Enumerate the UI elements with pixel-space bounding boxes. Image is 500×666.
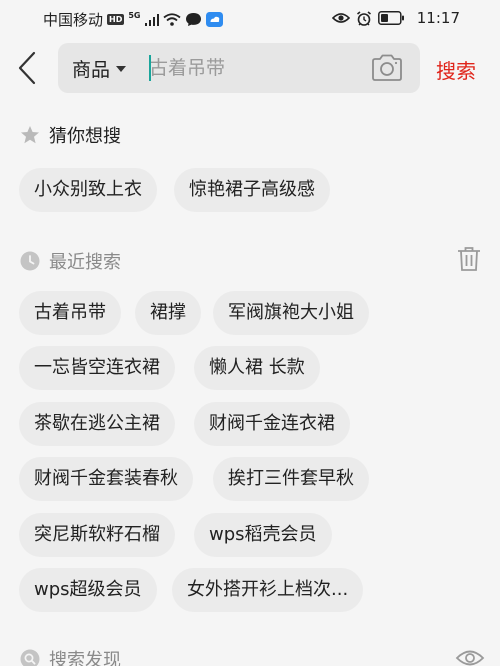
eye-icon xyxy=(455,650,485,666)
category-select[interactable]: 商品 xyxy=(72,55,127,82)
chevron-left-icon xyxy=(18,51,36,85)
wifi-icon xyxy=(162,13,181,26)
history-chip[interactable]: 突尼斯软籽石榴 xyxy=(19,513,175,557)
history-chip[interactable]: 女外搭开衫上档次... xyxy=(172,568,364,612)
back-button[interactable] xyxy=(14,50,44,86)
carrier-name: 中国移动 xyxy=(43,11,104,29)
discover-section-title: 搜索发现 xyxy=(49,650,121,666)
discover-section-header: 搜索发现 xyxy=(20,646,121,666)
search-button[interactable]: 搜索 xyxy=(436,55,476,84)
alarm-icon xyxy=(356,10,371,26)
message-icon xyxy=(185,13,201,26)
history-chip[interactable]: 挨打三件套早秋 xyxy=(213,457,369,501)
battery-icon xyxy=(377,11,404,25)
suggestion-chip[interactable]: 惊艳裙子高级感 xyxy=(174,168,330,212)
search-screen: 中国移动 HD 5G 11:17 商品 古着吊带 搜索 猜你想搜 小众别致上衣 … xyxy=(0,0,500,666)
search-input[interactable] xyxy=(149,53,359,83)
signal-icon xyxy=(144,13,159,26)
history-chip[interactable]: 古着吊带 xyxy=(19,291,121,335)
text-cursor xyxy=(149,55,151,81)
guess-section-title: 猜你想搜 xyxy=(49,126,121,147)
trash-icon xyxy=(458,247,480,271)
caret-down-icon xyxy=(116,65,127,72)
history-chip[interactable]: 一忘皆空连衣裙 xyxy=(19,346,175,390)
network-type: 5G xyxy=(128,10,141,20)
clear-history-button[interactable] xyxy=(457,245,481,273)
search-icon xyxy=(20,649,40,666)
clock-time: 11:17 xyxy=(416,9,460,27)
camera-icon xyxy=(372,54,402,81)
history-chip[interactable]: 财阀千金套装春秋 xyxy=(19,457,193,501)
category-label: 商品 xyxy=(72,59,111,81)
history-chip[interactable]: 财阀千金连衣裙 xyxy=(194,402,350,446)
app-notification-icon xyxy=(205,12,223,27)
history-chip[interactable]: 茶歇在逃公主裙 xyxy=(19,402,175,446)
hd-badge: HD xyxy=(107,14,125,25)
search-box: 商品 xyxy=(58,43,420,93)
suggestion-chip[interactable]: 小众别致上衣 xyxy=(19,168,157,212)
history-chip[interactable]: wps超级会员 xyxy=(19,568,157,612)
guess-section-header: 猜你想搜 xyxy=(20,122,121,148)
recent-section-title: 最近搜索 xyxy=(49,252,121,273)
history-chip[interactable]: 军阀旗袍大小姐 xyxy=(213,291,369,335)
status-right: 11:17 xyxy=(331,9,460,27)
eye-comfort-icon xyxy=(331,13,350,23)
recent-section-header: 最近搜索 xyxy=(20,248,121,274)
history-chip[interactable]: 懒人裙 长款 xyxy=(194,346,320,390)
status-bar: 中国移动 HD 5G 11:17 xyxy=(0,0,500,34)
history-chip[interactable]: wps稻壳会员 xyxy=(194,513,332,557)
history-chip[interactable]: 裙撑 xyxy=(135,291,201,335)
clock-icon xyxy=(20,251,40,271)
star-icon xyxy=(21,126,39,144)
toggle-discover-visibility-button[interactable] xyxy=(455,648,485,666)
status-left: 中国移动 HD 5G xyxy=(43,9,223,30)
camera-search-button[interactable] xyxy=(370,53,404,83)
